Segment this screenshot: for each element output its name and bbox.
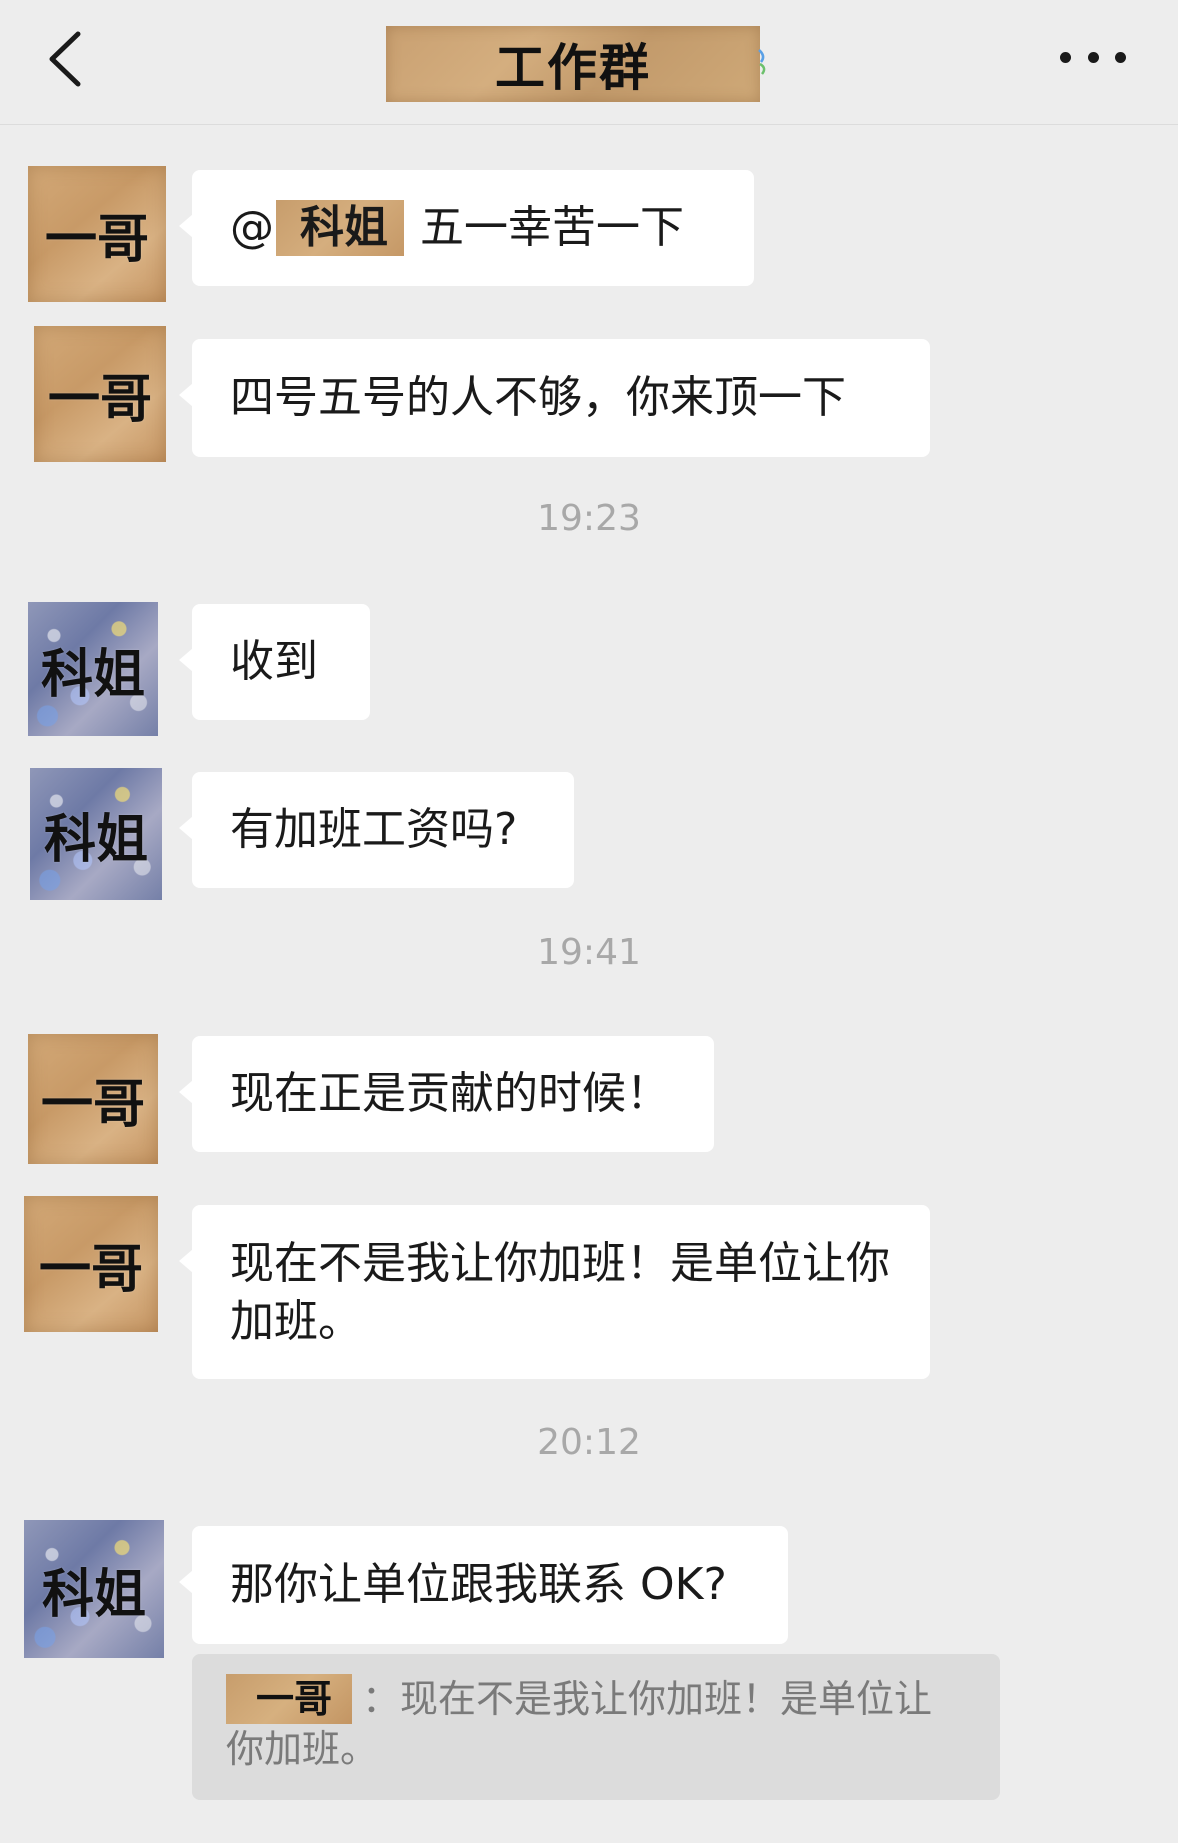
quoted-message[interactable]: 一哥 ：现在不是我让你加班！是单位让你加班。: [192, 1654, 1000, 1800]
message-text: 那你让单位跟我联系 OK?: [230, 1559, 727, 1610]
message-bubble[interactable]: 四号五号的人不够，你来顶一下: [179, 339, 930, 457]
group-status-icon: [758, 49, 766, 75]
timestamp: 19:41: [537, 932, 641, 973]
message-text: 收到: [230, 636, 318, 687]
message-bubble[interactable]: 现在正是贡献的时候！: [179, 1036, 714, 1152]
message-text: 四号五号的人不够，你来顶一下: [230, 372, 846, 423]
avatar-name: 一哥: [40, 1074, 145, 1135]
mention-symbol: @: [230, 202, 274, 253]
back-button[interactable]: [40, 24, 100, 94]
message-text: 五一幸苦一下: [420, 202, 684, 253]
mention-name[interactable]: 科姐: [276, 200, 404, 256]
avatar[interactable]: 一哥: [28, 166, 166, 302]
ellipsis-icon: [1060, 51, 1071, 63]
message-text: 有加班工资吗?: [230, 804, 518, 855]
message-bubble[interactable]: 现在不是我让你加班！是单位让你加班。: [179, 1205, 930, 1379]
message-bubble[interactable]: @ 科姐 五一幸苦一下: [179, 170, 754, 286]
avatar-name: 一哥: [44, 209, 149, 270]
avatar-name: 一哥: [38, 1239, 143, 1300]
quote-sender: 一哥: [226, 1674, 353, 1724]
avatar[interactable]: 一哥: [28, 1034, 158, 1164]
message-bubble[interactable]: 收到: [179, 604, 370, 720]
chat-header: 工作群: [0, 0, 1178, 125]
timestamp: 20:12: [537, 1422, 641, 1463]
avatar-name: 一哥: [47, 369, 152, 430]
timestamp: 19:23: [537, 498, 641, 539]
avatar[interactable]: 一哥: [24, 1196, 158, 1332]
message-text: 现在正是贡献的时候！: [230, 1068, 670, 1119]
message-text: 现在不是我让你加班！是单位让你加班。: [230, 1238, 890, 1347]
ellipsis-icon: [1087, 51, 1099, 63]
avatar-name: 科姐: [43, 809, 148, 870]
avatar-name: 科姐: [41, 1564, 146, 1625]
chevron-left-icon: [49, 31, 81, 87]
avatar[interactable]: 科姐: [30, 768, 162, 900]
avatar[interactable]: 科姐: [28, 602, 158, 736]
more-options-button[interactable]: [1060, 40, 1126, 74]
avatar[interactable]: 科姐: [24, 1520, 164, 1658]
ellipsis-icon: [1115, 51, 1126, 63]
avatar-name: 科姐: [40, 644, 145, 705]
avatar[interactable]: 一哥: [34, 326, 166, 462]
chat-title-container: 工作群: [386, 26, 760, 102]
message-bubble[interactable]: 有加班工资吗?: [179, 772, 574, 888]
message-bubble[interactable]: 那你让单位跟我联系 OK?: [179, 1526, 788, 1644]
chat-title: 工作群: [495, 39, 651, 97]
quote-separator: ：: [362, 1677, 401, 1721]
